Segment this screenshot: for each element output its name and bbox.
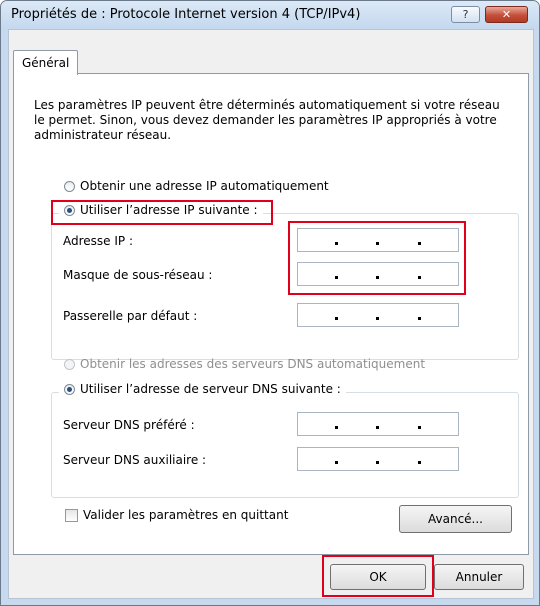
subnet-mask-input[interactable]	[297, 262, 459, 286]
close-button[interactable]: ✕	[485, 6, 528, 23]
dns-manual-option[interactable]: Utiliser l’adresse de serveur DNS suivan…	[59, 382, 346, 396]
subnet-mask-label: Masque de sous-réseau :	[63, 268, 213, 282]
radio-button-checked[interactable]	[64, 383, 75, 395]
ip-manual-label: Utiliser l’adresse IP suivante :	[80, 203, 258, 217]
ip-auto-label: Obtenir une adresse IP automatiquement	[80, 179, 329, 193]
validate-settings-checkbox[interactable]: Valider les paramètres en quittant	[65, 508, 288, 522]
dialog-body: Général Les paramètres IP peuvent être d…	[8, 29, 534, 599]
checkbox[interactable]	[65, 508, 78, 522]
title-bar[interactable]: Propriétés de : Protocole Internet versi…	[1, 1, 539, 29]
preferred-dns-label: Serveur DNS préféré :	[63, 418, 195, 432]
help-icon: ?	[462, 8, 469, 21]
radio-button-disabled[interactable]	[64, 358, 75, 370]
radio-button[interactable]	[64, 180, 75, 192]
gateway-input[interactable]	[297, 303, 459, 327]
intro-text: Les paramètres IP peuvent être déterminé…	[34, 98, 500, 142]
radio-button-checked[interactable]	[64, 204, 75, 216]
validate-settings-label: Valider les paramètres en quittant	[83, 508, 289, 522]
advanced-button[interactable]: Avancé...	[399, 505, 512, 533]
ip-manual-option[interactable]: Utiliser l’adresse IP suivante :	[59, 203, 263, 217]
close-icon: ✕	[501, 8, 512, 21]
alternate-dns-label: Serveur DNS auxiliaire :	[63, 453, 207, 467]
alternate-dns-input[interactable]	[297, 447, 459, 471]
cancel-button[interactable]: Annuler	[434, 564, 524, 590]
dns-auto-label: Obtenir les adresses des serveurs DNS au…	[80, 357, 426, 371]
dialog-window: Propriétés de : Protocole Internet versi…	[0, 0, 540, 606]
preferred-dns-input[interactable]	[297, 412, 459, 436]
ok-button[interactable]: OK	[330, 564, 426, 590]
dns-auto-option[interactable]: Obtenir les adresses des serveurs DNS au…	[64, 357, 425, 371]
dns-group-box	[51, 392, 519, 498]
window-title: Propriétés de : Protocole Internet versi…	[11, 7, 361, 22]
tab-general[interactable]: Général	[13, 50, 79, 75]
general-panel: Les paramètres IP peuvent être déterminé…	[13, 73, 529, 555]
ip-address-input[interactable]	[297, 228, 459, 252]
ip-address-label: Adresse IP :	[63, 234, 134, 248]
gateway-label: Passerelle par défaut :	[63, 309, 198, 323]
ip-auto-option[interactable]: Obtenir une adresse IP automatiquement	[64, 179, 329, 193]
help-button[interactable]: ?	[451, 6, 480, 23]
dns-manual-label: Utiliser l’adresse de serveur DNS suivan…	[80, 382, 341, 396]
